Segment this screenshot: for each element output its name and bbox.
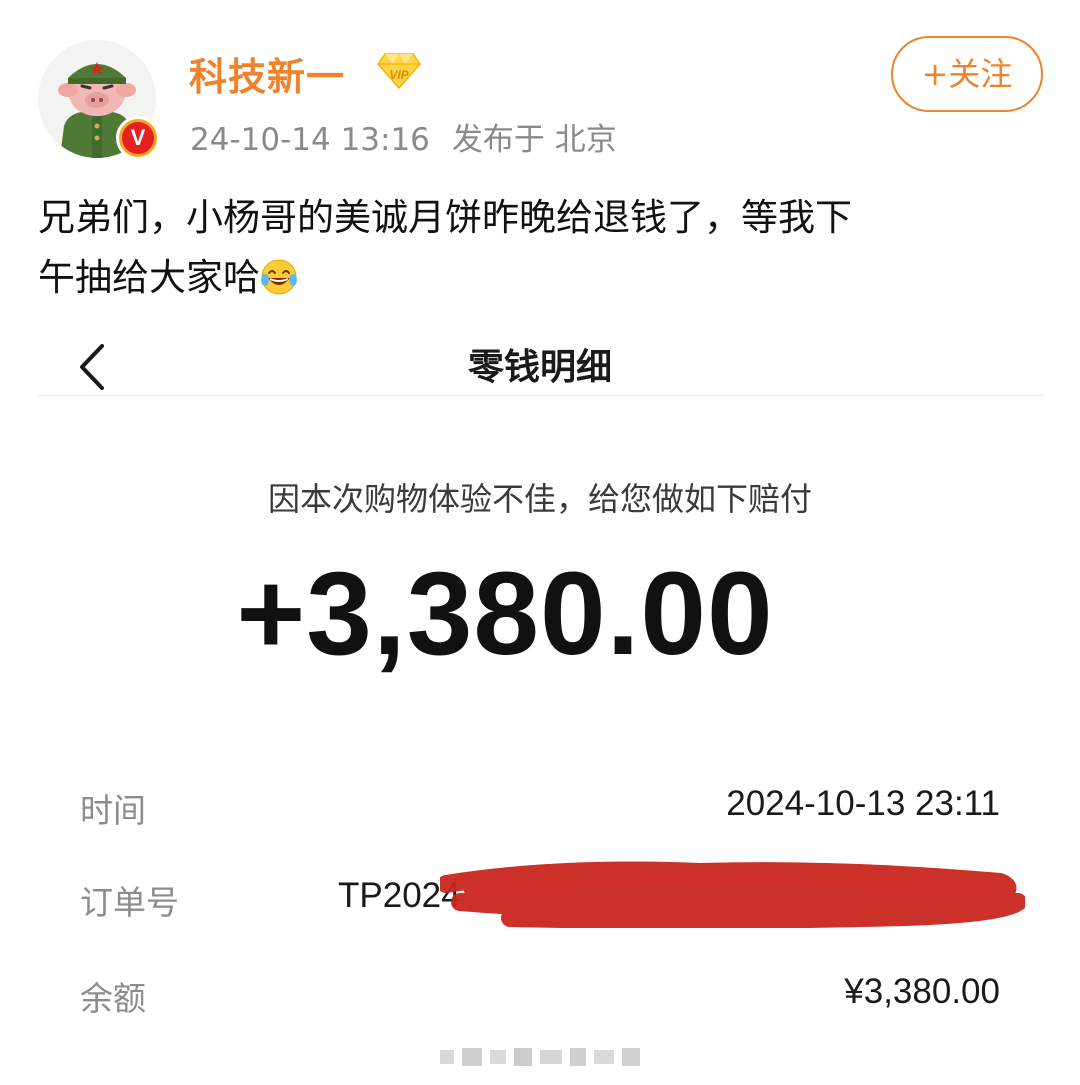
username[interactable]: 科技新一 — [189, 46, 345, 101]
verified-v-icon: V — [116, 116, 160, 160]
post-text-line-2-text: 午抽给大家哈 — [38, 256, 260, 299]
compensation-reason: 因本次购物体验不佳，给您做如下赔付 — [267, 480, 812, 518]
screen-title: 零钱明细 — [467, 347, 612, 388]
red-scribble-redaction — [440, 861, 1025, 928]
post-text-line-2: 午抽给大家哈 — [38, 248, 1048, 308]
time-value: 2024-10-13 23:11 — [726, 784, 1000, 823]
title-divider — [38, 395, 1044, 396]
post-text-line-1: 兄弟们，小杨哥的美诚月饼昨晚给退钱了，等我下 — [38, 196, 852, 239]
transaction-amount: +3,380.00 — [236, 548, 774, 680]
post-location: 发布于 北京 — [451, 122, 617, 158]
time-label: 时间 — [80, 791, 146, 830]
post-timestamp: 24-10-14 13:16 — [190, 122, 430, 158]
avatar[interactable]: V — [38, 40, 160, 160]
post-meta: 24-10-14 13:16 发布于 北京 — [190, 114, 617, 159]
svg-text:VIP: VIP — [389, 68, 409, 82]
follow-button[interactable]: +关注 — [891, 36, 1043, 112]
laughing-tears-emoji-icon — [261, 259, 297, 295]
vip-diamond-icon: VIP — [377, 53, 421, 90]
post-text: 兄弟们，小杨哥的美诚月饼昨晚给退钱了，等我下 午抽给大家哈 — [38, 188, 1048, 308]
blurred-watermark — [440, 1048, 640, 1066]
balance-label: 余额 — [80, 979, 146, 1018]
balance-value: ¥3,380.00 — [844, 972, 1000, 1011]
order-number-label: 订单号 — [80, 883, 179, 922]
